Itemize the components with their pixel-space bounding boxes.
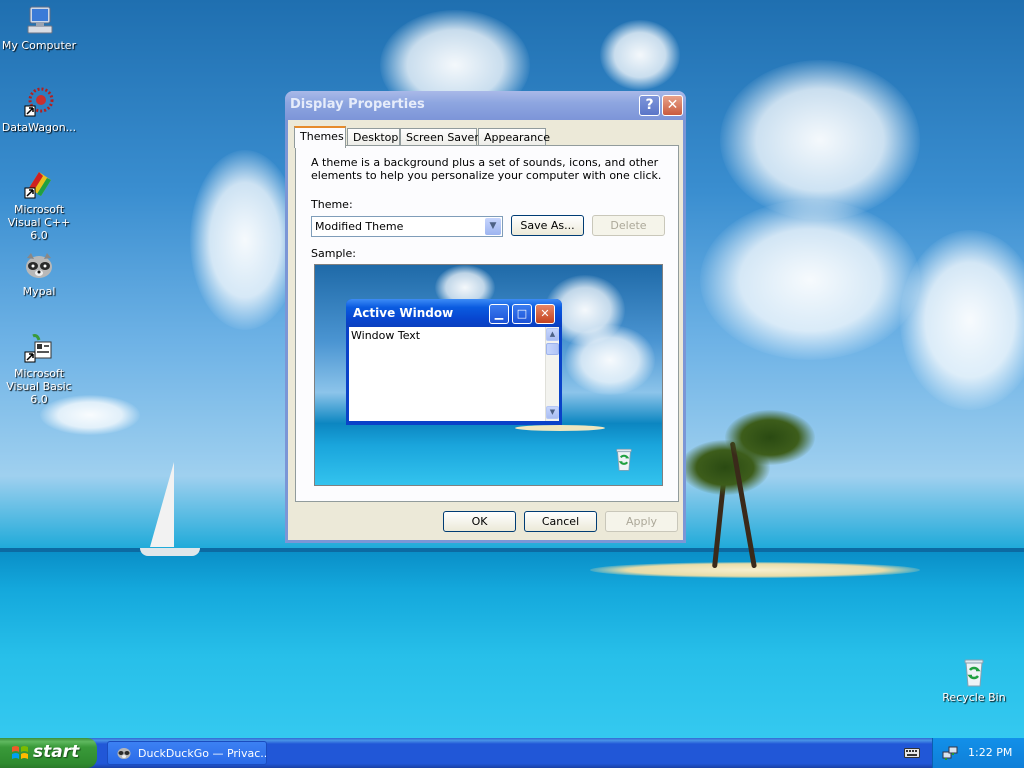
recycle-bin-icon [958, 656, 990, 688]
visual-cpp-icon [23, 168, 55, 200]
start-button[interactable]: start [0, 738, 97, 768]
desktop-icon-label: DataWagon... [1, 121, 77, 134]
sample-label: Sample: [311, 247, 356, 260]
desktop-icon-label: My Computer [1, 39, 77, 52]
network-icon[interactable] [942, 745, 958, 761]
recycle-bin-icon [611, 445, 637, 473]
desktop-icon-label: Recycle Bin [942, 691, 1006, 704]
theme-sample-preview: Active Window ▁ □ ✕ Window Text ▲ ▼ [314, 264, 663, 486]
desktop-icon-label: Mypal [22, 285, 56, 298]
theme-select[interactable]: Modified Theme ▼ [311, 216, 503, 237]
tab-themes[interactable]: Themes [294, 126, 346, 148]
taskbar-button-label: DuckDuckGo — Privac... [138, 747, 267, 760]
desktop-icon-visual-cpp[interactable]: Microsoft Visual C++ 6.0 [0, 168, 79, 242]
delete-button[interactable]: Delete [592, 215, 665, 236]
scroll-up-icon: ▲ [546, 328, 559, 341]
sample-window-text: Window Text [349, 327, 545, 421]
maximize-icon: □ [512, 304, 532, 324]
desktop-icon-datawagon[interactable]: DataWagon... [0, 86, 79, 134]
theme-description: A theme is a background plus a set of so… [311, 156, 662, 182]
datawagon-icon [23, 86, 55, 118]
ok-button[interactable]: OK [443, 511, 516, 532]
help-button[interactable]: ? [639, 95, 660, 116]
chevron-down-icon[interactable]: ▼ [485, 218, 501, 235]
clock[interactable]: 1:22 PM [968, 746, 1012, 759]
cloud [600, 20, 680, 90]
cloud [565, 325, 655, 395]
system-tray: 1:22 PM [932, 738, 1024, 768]
my-computer-icon [23, 4, 55, 36]
visual-basic-icon [23, 332, 55, 364]
sample-window-title: Active Window [353, 306, 454, 320]
desktop-icon-my-computer[interactable]: My Computer [0, 4, 79, 52]
cloud [190, 150, 300, 330]
sample-scrollbar: ▲ ▼ [545, 327, 559, 421]
taskbar: start DuckDuckGo — Privac... 1:22 PM [0, 738, 1024, 768]
window-title: Display Properties [290, 97, 425, 112]
window-titlebar[interactable]: Display Properties ? ✕ [285, 91, 686, 120]
island [515, 425, 605, 431]
close-button[interactable]: ✕ [662, 95, 683, 116]
scroll-down-icon: ▼ [546, 406, 559, 419]
sample-active-window: Active Window ▁ □ ✕ Window Text ▲ ▼ [346, 299, 562, 425]
desktop-icon-label: Microsoft Visual C++ 6.0 [7, 203, 71, 242]
sailboat-hull [140, 548, 200, 556]
desktop-icon-visual-basic[interactable]: Microsoft Visual Basic 6.0 [0, 332, 79, 406]
close-icon: ✕ [535, 304, 555, 324]
start-label: start [33, 742, 80, 762]
sample-window-titlebar: Active Window ▁ □ ✕ [346, 299, 562, 327]
display-properties-window: Display Properties ? ✕ Themes Desktop Sc… [285, 91, 686, 543]
windows-flag-icon [11, 745, 29, 761]
save-as-button[interactable]: Save As... [511, 215, 584, 236]
sea [0, 552, 1024, 740]
keyboard-icon[interactable] [904, 746, 920, 759]
theme-label: Theme: [311, 198, 353, 211]
minimize-icon: ▁ [489, 304, 509, 324]
apply-button[interactable]: Apply [605, 511, 678, 532]
themes-panel: A theme is a background plus a set of so… [295, 145, 679, 502]
mypal-raccoon-icon [23, 250, 55, 282]
cloud [720, 60, 920, 220]
cloud [700, 200, 920, 360]
mypal-raccoon-icon [116, 745, 132, 761]
scroll-thumb [546, 343, 559, 355]
cloud [900, 230, 1024, 410]
desktop-icon-recycle-bin[interactable]: Recycle Bin [934, 656, 1014, 704]
palm-leaves [725, 410, 815, 465]
desktop-icon-label: Microsoft Visual Basic 6.0 [6, 367, 72, 406]
desktop-icon-mypal[interactable]: Mypal [0, 250, 79, 298]
taskbar-button-duckduckgo[interactable]: DuckDuckGo — Privac... [107, 741, 267, 765]
cancel-button[interactable]: Cancel [524, 511, 597, 532]
theme-select-value: Modified Theme [315, 220, 404, 233]
sailboat-sail [150, 462, 174, 547]
